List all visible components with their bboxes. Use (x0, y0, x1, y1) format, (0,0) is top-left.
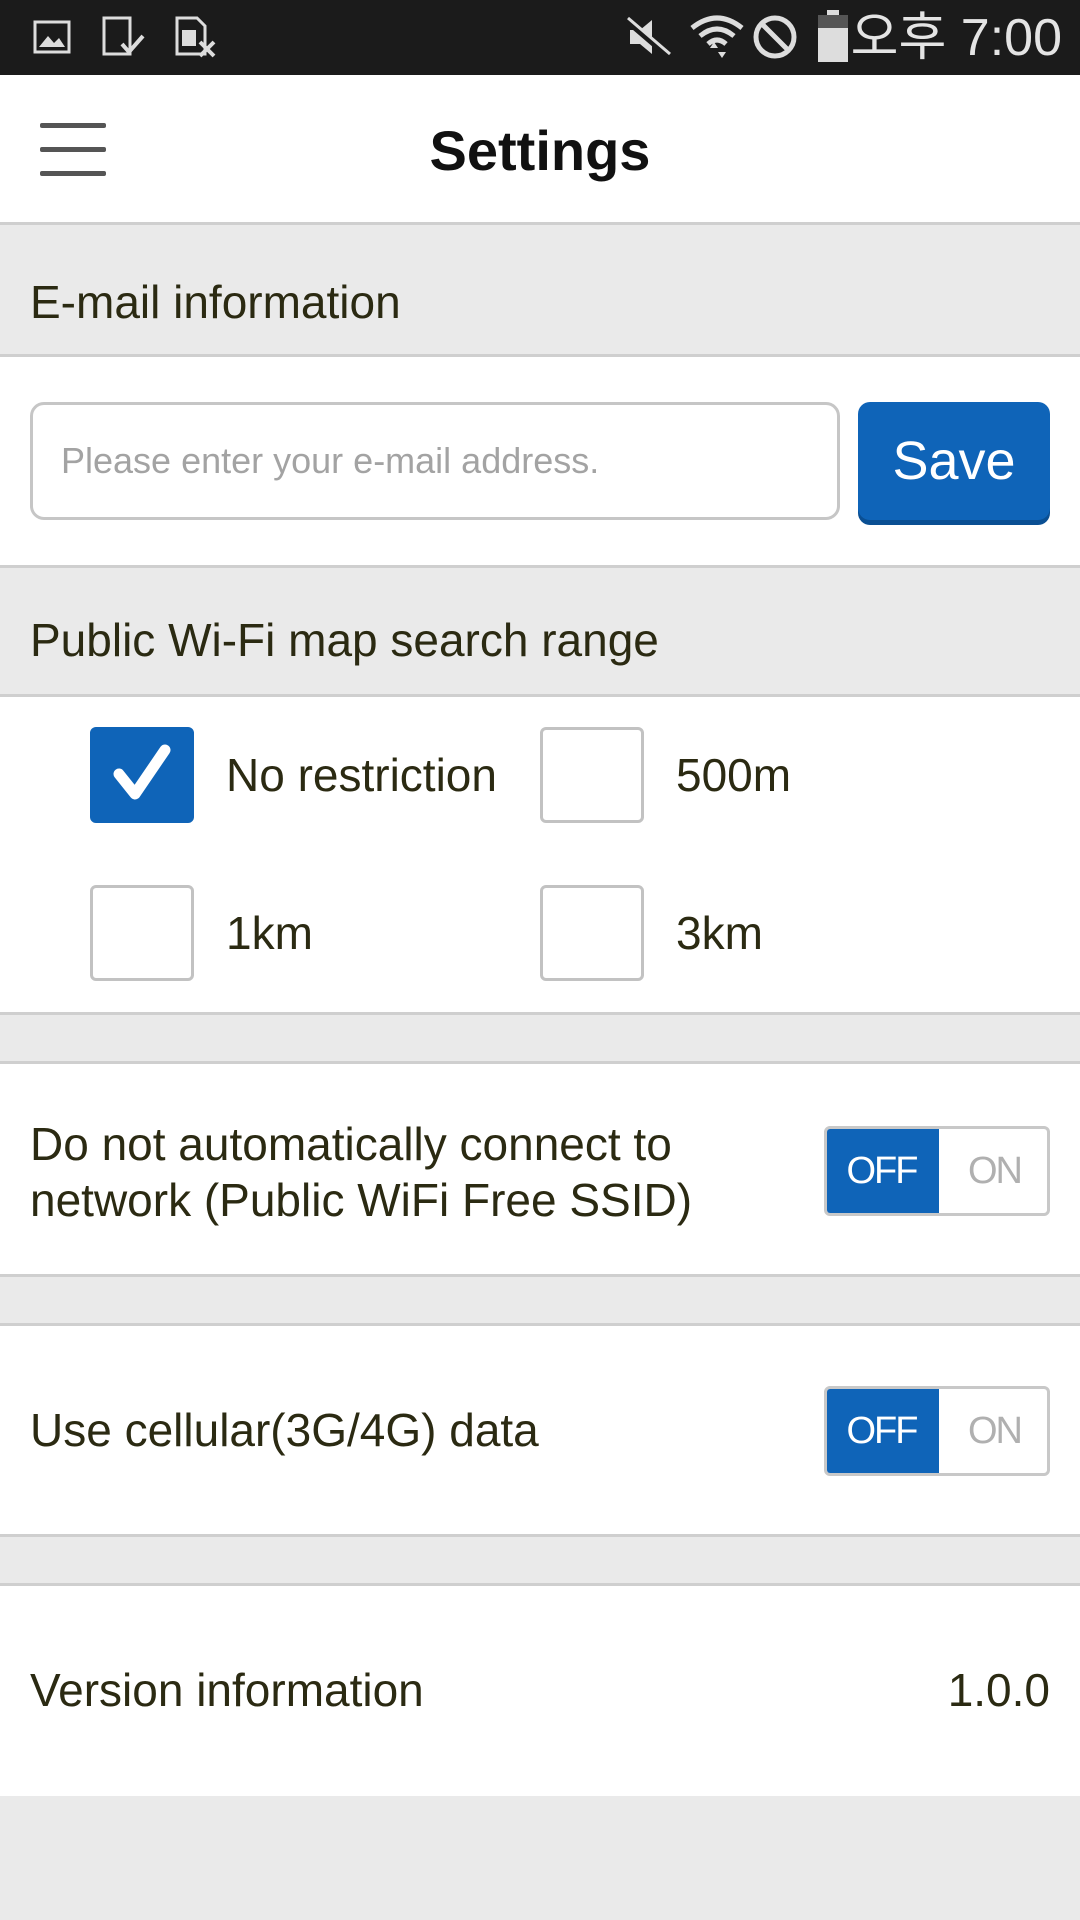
auto-connect-toggle[interactable]: OFF ON (824, 1126, 1050, 1216)
toggle-off-option[interactable]: OFF (827, 1389, 939, 1473)
range-option-3km[interactable]: 3km (540, 885, 840, 985)
checkmark-icon (113, 744, 171, 800)
cellular-row: Use cellular(3G/4G) data OFF ON (0, 1326, 1080, 1537)
checkbox-unchecked[interactable] (90, 885, 194, 981)
checkbox-unchecked[interactable] (540, 727, 644, 823)
version-row: Version information 1.0.0 (0, 1586, 1080, 1796)
range-option-label: 500m (676, 749, 792, 801)
status-time: 오후 7:00 (850, 9, 1062, 67)
range-section-title: Public Wi-Fi map search range (30, 614, 659, 666)
version-label: Version information (30, 1664, 424, 1716)
toggle-on-option[interactable]: ON (939, 1389, 1047, 1473)
range-option-label: 3km (676, 907, 763, 959)
email-section-header: E-mail information (0, 228, 1080, 357)
cellular-label: Use cellular(3G/4G) data (30, 1404, 539, 1456)
auto-connect-label-line2: network (Public WiFi Free SSID) (30, 1174, 693, 1226)
status-bar: 오후 7:00 (0, 0, 1080, 75)
app-header: Settings (0, 75, 1080, 225)
sim-error-icon (175, 16, 216, 58)
mute-icon (624, 16, 671, 59)
email-section-title: E-mail information (30, 276, 401, 328)
battery-icon (818, 10, 848, 62)
download-done-icon (102, 16, 145, 56)
section-divider (0, 1277, 1080, 1326)
image-icon (33, 20, 71, 54)
cellular-toggle[interactable]: OFF ON (824, 1386, 1050, 1476)
range-option-label: No restriction (226, 749, 497, 801)
section-divider (0, 1537, 1080, 1586)
blocked-icon (753, 15, 797, 59)
checkbox-unchecked[interactable] (540, 885, 644, 981)
email-field[interactable] (30, 402, 840, 520)
save-button[interactable]: Save (858, 402, 1050, 520)
toggle-off-option[interactable]: OFF (827, 1129, 939, 1213)
auto-connect-label-line1: Do not automatically connect to (30, 1118, 672, 1170)
email-panel: Save (0, 357, 1080, 568)
toggle-on-option[interactable]: ON (939, 1129, 1047, 1213)
section-divider (0, 1015, 1080, 1064)
auto-connect-row: Do not automatically connect to network … (0, 1064, 1080, 1277)
range-option-500m[interactable]: 500m (540, 727, 840, 827)
range-section-header: Public Wi-Fi map search range (0, 568, 1080, 697)
range-panel: No restriction 500m 1km 3km (0, 697, 1080, 1015)
range-option-label: 1km (226, 907, 313, 959)
page-title: Settings (429, 119, 651, 182)
version-value: 1.0.0 (947, 1664, 1050, 1716)
wifi-icon (690, 15, 744, 58)
checkbox-checked[interactable] (90, 727, 194, 823)
range-option-1km[interactable]: 1km (90, 885, 390, 985)
range-option-no-restriction[interactable]: No restriction (90, 727, 530, 827)
